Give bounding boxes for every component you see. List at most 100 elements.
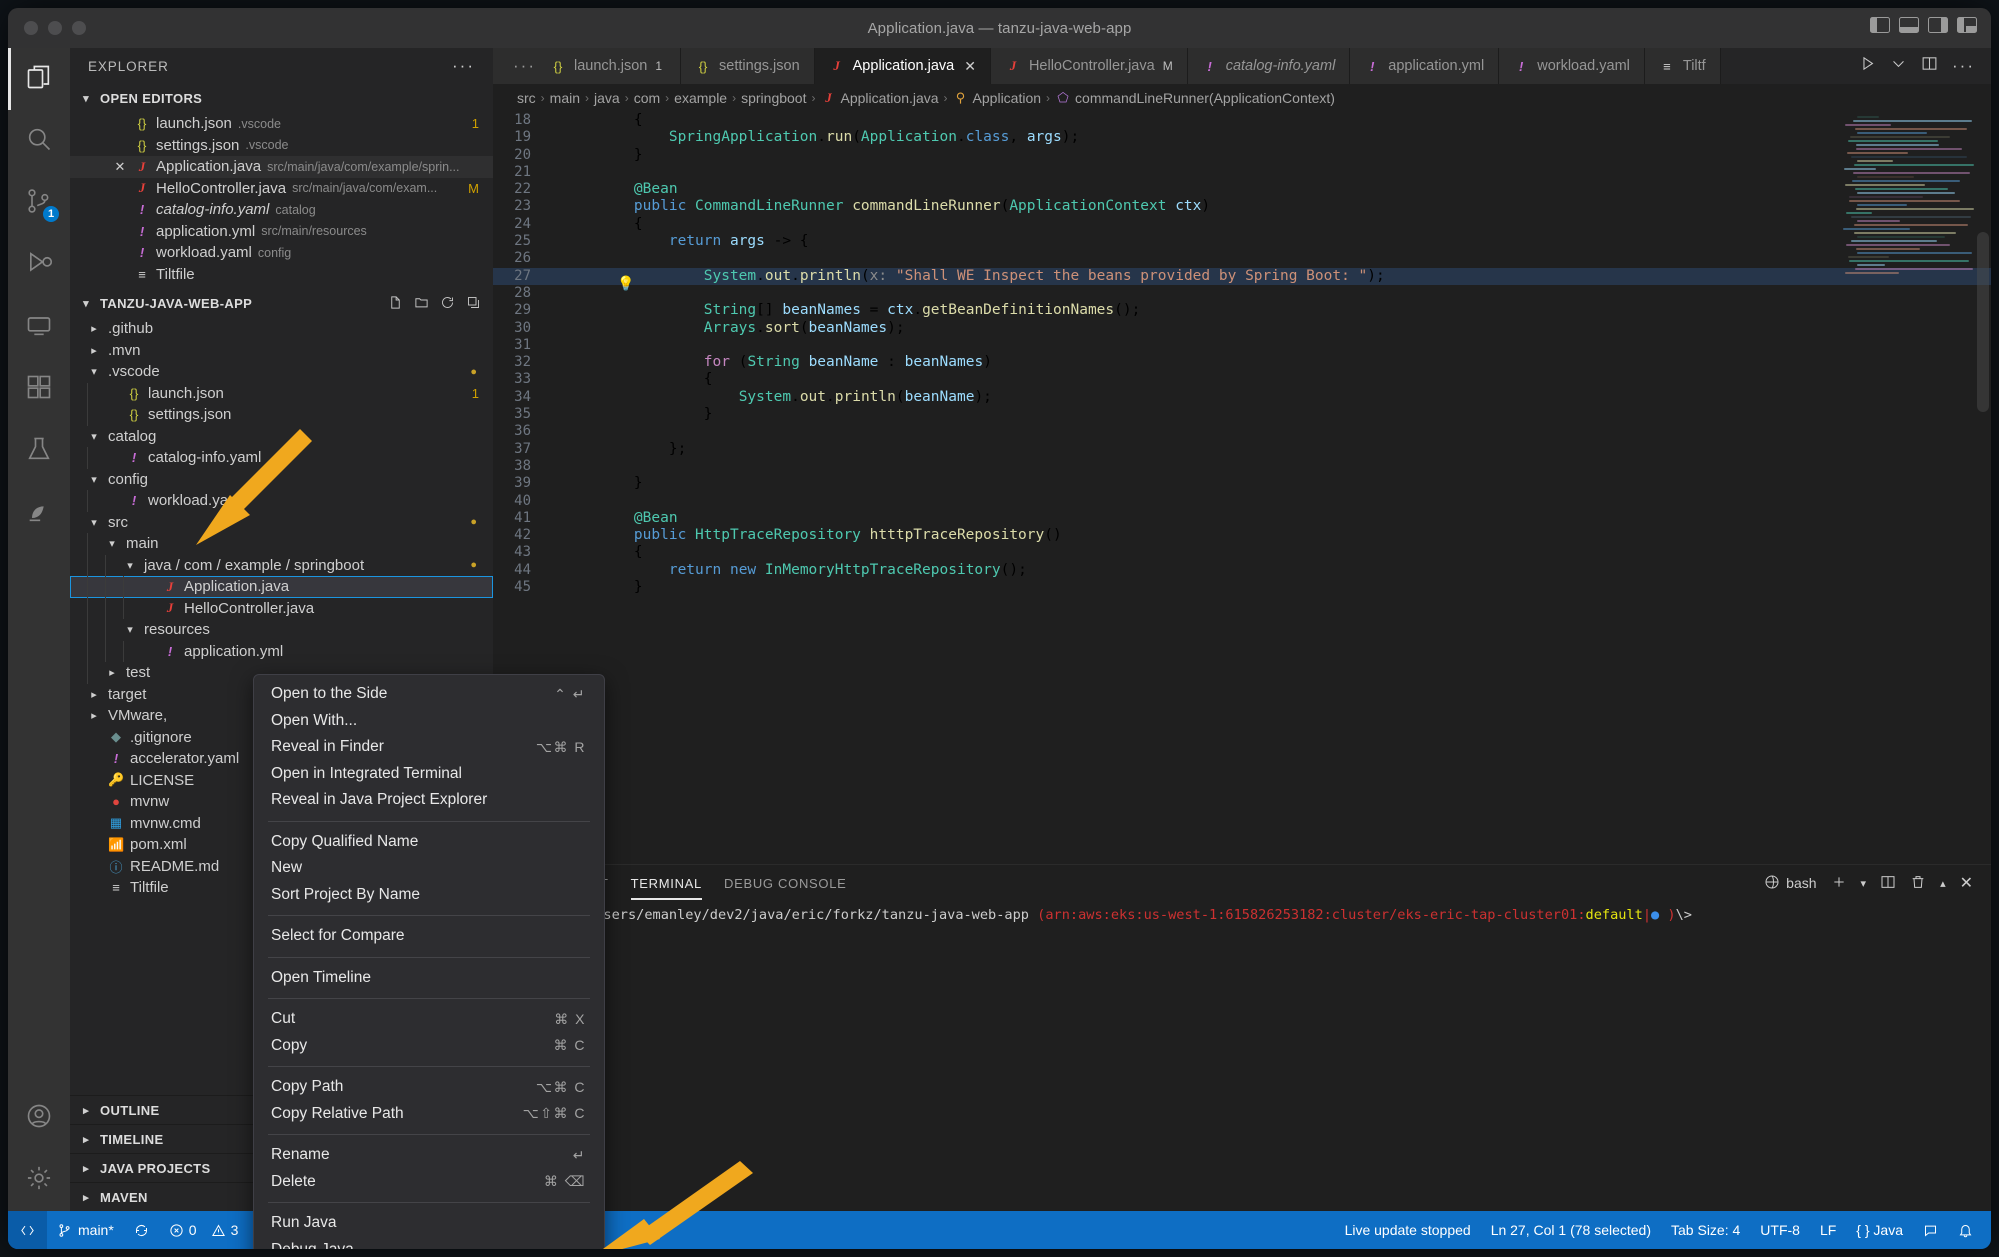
context-menu-item-rename[interactable]: Rename ↵: [254, 1142, 604, 1169]
activity-accounts[interactable]: [8, 1087, 70, 1149]
code-line[interactable]: 26: [493, 250, 1991, 267]
activity-testing[interactable]: [8, 420, 70, 482]
new-file-icon[interactable]: [388, 295, 403, 313]
open-editor-item[interactable]: ! workload.yaml config: [70, 242, 493, 264]
code-line[interactable]: 33 {: [493, 371, 1991, 388]
context-menu-item-open-with[interactable]: Open With...: [254, 708, 604, 735]
tree-item[interactable]: ! catalog-info.yaml: [70, 447, 493, 469]
code-line[interactable]: 19 SpringApplication.run(Application.cla…: [493, 129, 1991, 146]
activity-remote-explorer[interactable]: [8, 296, 70, 358]
code-line[interactable]: 38: [493, 458, 1991, 475]
context-menu-item-select-for-compare[interactable]: Select for Compare: [254, 923, 604, 950]
tree-item[interactable]: ▸ .github: [70, 318, 493, 340]
code-line[interactable]: 39 }: [493, 475, 1991, 492]
code-line[interactable]: 28: [493, 285, 1991, 302]
explorer-more-actions-icon[interactable]: ···: [452, 56, 475, 76]
context-menu-item-delete[interactable]: Delete ⌘ ⌫: [254, 1169, 604, 1196]
activity-search[interactable]: [8, 110, 70, 172]
customize-layout-icon[interactable]: [1957, 17, 1977, 33]
open-editors-section-header[interactable]: ▾ OPEN EDITORS: [70, 84, 493, 113]
feedback[interactable]: [1913, 1211, 1948, 1249]
open-editor-item[interactable]: {} settings.json .vscode: [70, 135, 493, 157]
code-line[interactable]: 25 return args -> {: [493, 233, 1991, 250]
context-menu-item-copy[interactable]: Copy ⌘ C: [254, 1033, 604, 1060]
editor-tab-application-yml[interactable]: ! application.yml: [1350, 48, 1500, 84]
remote-indicator[interactable]: [8, 1211, 47, 1249]
activity-run-and-debug[interactable]: [8, 234, 70, 296]
code-line[interactable]: 37 };: [493, 441, 1991, 458]
open-editor-item[interactable]: ✕ J Application.java src/main/java/com/exam…: [70, 156, 493, 178]
context-menu-item-reveal-in-java-project-explorer[interactable]: Reveal in Java Project Explorer: [254, 787, 604, 814]
minimap[interactable]: [1843, 116, 1975, 286]
breadcrumb-item[interactable]: ⚲ Application: [953, 90, 1041, 106]
context-menu-item-sort-project-by-name[interactable]: Sort Project By Name: [254, 882, 604, 909]
editor-tab-launch-json[interactable]: ··· {} launch.json 1: [493, 48, 682, 84]
close-tab-icon[interactable]: ✕: [964, 58, 976, 75]
breadcrumb-item[interactable]: example: [674, 90, 727, 106]
code-line[interactable]: 18 {: [493, 112, 1991, 129]
tree-item[interactable]: {} launch.json 1: [70, 382, 493, 404]
editor-tab-catalog-info-yaml[interactable]: ! catalog-info.yaml: [1187, 48, 1351, 84]
context-menu-item-open-in-integrated-terminal[interactable]: Open in Integrated Terminal: [254, 761, 604, 788]
breadcrumb-item[interactable]: java: [594, 90, 620, 106]
eol[interactable]: LF: [1810, 1211, 1846, 1249]
code-line[interactable]: 41 @Bean: [493, 510, 1991, 527]
code-line[interactable]: 32 for (String beanName : beanNames): [493, 354, 1991, 371]
context-menu-item-open-timeline[interactable]: Open Timeline: [254, 965, 604, 992]
new-terminal-icon[interactable]: [1831, 874, 1847, 893]
code-line[interactable]: 42 public HttpTraceRepository htttpTrace…: [493, 527, 1991, 544]
problems-counts[interactable]: 0 3: [159, 1211, 249, 1249]
code-line[interactable]: 22 @Bean: [493, 181, 1991, 198]
chevron-down-icon[interactable]: [1890, 55, 1907, 77]
breadcrumb-item[interactable]: com: [634, 90, 660, 106]
project-section-header[interactable]: ▾ TANZU-JAVA-WEB-APP: [70, 289, 493, 318]
code-line[interactable]: 29 String[] beanNames = ctx.getBeanDefin…: [493, 302, 1991, 319]
run-icon[interactable]: [1859, 55, 1876, 77]
git-branch[interactable]: main*: [47, 1211, 124, 1249]
trash-icon[interactable]: [1910, 874, 1926, 893]
tree-item[interactable]: ▾ main: [70, 533, 493, 555]
toggle-primary-sidebar-icon[interactable]: [1870, 17, 1890, 33]
project-actions[interactable]: [388, 295, 493, 313]
new-folder-icon[interactable]: [414, 295, 429, 313]
live-update-status[interactable]: Live update stopped: [1335, 1211, 1481, 1249]
context-menu-item-cut[interactable]: Cut ⌘ X: [254, 1006, 604, 1033]
tree-item[interactable]: J HelloController.java: [70, 597, 493, 619]
split-terminal-icon[interactable]: [1880, 874, 1896, 893]
breadcrumb-item[interactable]: ⬠ commandLineRunner(ApplicationContext): [1055, 90, 1335, 106]
context-menu-item-debug-java[interactable]: Debug Java: [254, 1237, 604, 1249]
tab-terminal[interactable]: TERMINAL: [630, 869, 703, 900]
activity-tanzu[interactable]: [8, 482, 70, 544]
language-mode[interactable]: { } Java: [1846, 1211, 1913, 1249]
refresh-icon[interactable]: [440, 295, 455, 313]
notifications[interactable]: [1948, 1211, 1983, 1249]
tree-item[interactable]: ▾ catalog: [70, 426, 493, 448]
activity-source-control[interactable]: 1: [8, 172, 70, 234]
activity-extensions[interactable]: [8, 358, 70, 420]
bash-shell-indicator[interactable]: bash: [1764, 874, 1817, 893]
sync-changes[interactable]: [124, 1211, 159, 1249]
tree-item[interactable]: ▾ src ●: [70, 512, 493, 534]
open-editor-item[interactable]: ! application.yml src/main/resources: [70, 221, 493, 243]
editor-vertical-scrollbar[interactable]: [1977, 232, 1989, 412]
tab-overflow-icon[interactable]: ···: [513, 56, 536, 76]
code-line[interactable]: 31: [493, 337, 1991, 354]
breadcrumb[interactable]: src › main › java › com › example › springboot › J Ap…: [493, 84, 1991, 112]
open-editor-item[interactable]: ! catalog-info.yaml catalog: [70, 199, 493, 221]
code-line[interactable]: 30 Arrays.sort(beanNames);: [493, 320, 1991, 337]
tab-size[interactable]: Tab Size: 4: [1661, 1211, 1750, 1249]
editor-tab-application-java[interactable]: J Application.java ✕: [814, 48, 991, 84]
code-line[interactable]: 20 }: [493, 147, 1991, 164]
split-editor-icon[interactable]: [1921, 55, 1938, 77]
editor-tab-actions[interactable]: ···: [1843, 48, 1991, 84]
more-actions-icon[interactable]: ···: [1952, 56, 1975, 76]
code-line[interactable]: 21: [493, 164, 1991, 181]
editor-tab-hellocontroller-java[interactable]: J HelloController.java M: [990, 48, 1188, 84]
collapse-all-icon[interactable]: [466, 295, 481, 313]
breadcrumb-item[interactable]: main: [550, 90, 580, 106]
code-line[interactable]: 27 💡 System.out.println(x: "Shall WE Insp…: [493, 267, 1991, 292]
tab-debug-console[interactable]: DEBUG CONSOLE: [724, 869, 847, 898]
code-line[interactable]: 40: [493, 493, 1991, 510]
tree-item[interactable]: ▸ .mvn: [70, 340, 493, 362]
code-line[interactable]: 23 public CommandLineRunner commandLineR…: [493, 198, 1991, 215]
